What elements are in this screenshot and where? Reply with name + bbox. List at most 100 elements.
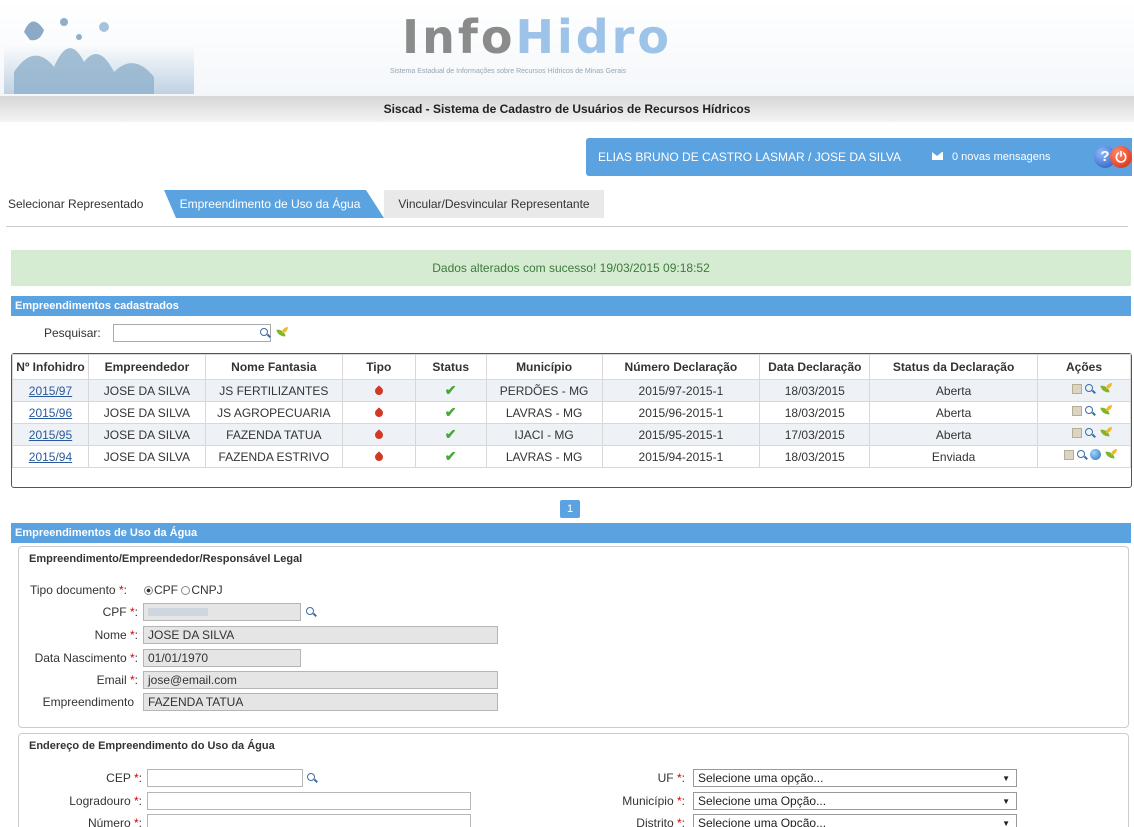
logo-text-info: Info (402, 10, 516, 64)
view-icon[interactable] (1085, 428, 1095, 438)
data-nascimento-field[interactable]: 01/01/1970 (143, 649, 301, 667)
tab-vincular-representante[interactable]: Vincular/Desvincular Representante (384, 190, 604, 218)
cell-municipio: LAVRAS - MG (485, 445, 603, 468)
leaf-icon[interactable] (1105, 449, 1117, 461)
data-nascimento-label: Data Nascimento *: (34, 651, 138, 665)
check-icon: ✔ (444, 404, 457, 420)
leaf-icon[interactable] (1100, 427, 1112, 439)
col-status[interactable]: Status (414, 354, 487, 380)
logo-subtitle: Sistema Estadual de Informações sobre Re… (390, 68, 627, 75)
globe-icon[interactable] (1090, 449, 1101, 460)
leaf-icon[interactable] (1100, 405, 1112, 417)
edit-icon[interactable] (1072, 384, 1082, 394)
cell-municipio: LAVRAS - MG (485, 401, 603, 424)
cpf-field[interactable] (143, 603, 301, 621)
search-label: Pesquisar: (44, 326, 101, 340)
cell-numero-declaracao: 2015/97-2015-1 (601, 379, 761, 402)
infohidro-link[interactable]: 2015/95 (29, 428, 72, 442)
section-empreendimentos-cadastrados: Empreendimentos cadastrados (11, 296, 1131, 316)
panel-title: Empreendimento/Empreendedor/Responsável … (29, 553, 303, 565)
distrito-label: Distrito *: (560, 816, 685, 827)
page-1-button[interactable]: 1 (560, 500, 580, 518)
system-title: Siscad - Sistema de Cadastro de Usuários… (383, 102, 751, 116)
cell-status-declaracao: Aberta (869, 423, 1038, 446)
table-row: 2015/96 JOSE DA SILVA JS AGROPECUARIA ✔ … (12, 401, 1131, 424)
cpf-search-icon[interactable] (306, 607, 316, 617)
cell-empreendedor: JOSE DA SILVA (87, 445, 206, 468)
cpf-radio[interactable] (144, 586, 153, 595)
search-input[interactable] (113, 324, 271, 342)
view-icon[interactable] (1077, 450, 1087, 460)
nome-label: Nome *: (94, 628, 138, 642)
logradouro-input[interactable] (147, 792, 471, 810)
data-nascimento-text: Data Nascimento (34, 651, 127, 665)
cell-status-declaracao: Aberta (869, 379, 1038, 402)
uf-label-text: UF (657, 771, 674, 785)
logout-icon[interactable]: ⏻ (1110, 146, 1132, 168)
col-municipio[interactable]: Município (485, 354, 603, 380)
edit-icon[interactable] (1064, 450, 1074, 460)
tipo-documento-label: Tipo documento *: (30, 583, 127, 597)
nome-label-text: Nome (94, 628, 127, 642)
infohidro-logo: InfoHidro (402, 10, 672, 64)
user-bar: ELIAS BRUNO DE CASTRO LASMAR / JOSE DA S… (586, 138, 1132, 176)
nome-field[interactable]: JOSE DA SILVA (143, 626, 498, 644)
table-row: 2015/94 JOSE DA SILVA FAZENDA ESTRIVO ✔ … (12, 445, 1131, 468)
col-nome-fantasia[interactable]: Nome Fantasia (204, 354, 343, 380)
col-empreendedor[interactable]: Empreendedor (87, 354, 206, 380)
cell-numero-declaracao: 2015/96-2015-1 (601, 401, 761, 424)
cell-status-declaracao: Aberta (869, 401, 1038, 424)
messages-link[interactable]: 0 novas mensagens (952, 151, 1050, 163)
cpf-label-text: CPF (102, 605, 127, 619)
check-icon: ✔ (444, 426, 457, 442)
col-status-declaracao[interactable]: Status da Declaração (869, 354, 1038, 380)
distrito-label-text: Distrito (636, 816, 674, 827)
view-icon[interactable] (1085, 406, 1095, 416)
col-numero-declaracao[interactable]: Número Declaração (601, 354, 761, 380)
col-infohidro[interactable]: Nº Infohidro (12, 354, 89, 380)
water-drop-icon (373, 384, 385, 397)
cell-empreendedor: JOSE DA SILVA (87, 401, 206, 424)
cnpj-radio[interactable] (181, 586, 191, 595)
col-tipo[interactable]: Tipo (341, 354, 416, 380)
cep-input[interactable] (147, 769, 303, 787)
col-data-declaracao[interactable]: Data Declaração (759, 354, 871, 380)
water-drop-icon (373, 406, 385, 419)
municipio-label-text: Município (622, 794, 674, 808)
municipio-select[interactable]: Selecione uma Opção... (693, 792, 1017, 810)
water-splash-image (4, 18, 194, 94)
cep-label-text: CEP (106, 771, 131, 785)
email-label-text: Email (96, 673, 127, 687)
water-drop-icon (373, 450, 385, 463)
logradouro-label-text: Logradouro (69, 794, 131, 808)
edit-icon[interactable] (1072, 428, 1082, 438)
infohidro-link[interactable]: 2015/94 (29, 450, 72, 464)
cell-data-declaracao: 18/03/2015 (759, 401, 871, 424)
uf-select[interactable]: Selecione uma opção... (693, 769, 1017, 787)
leaf-icon[interactable] (1100, 383, 1112, 395)
view-icon[interactable] (1085, 384, 1095, 394)
empreendimento-label: Empreendimento (42, 695, 134, 709)
cell-data-declaracao: 18/03/2015 (759, 445, 871, 468)
envelope-icon[interactable] (932, 152, 943, 160)
leaf-icon[interactable] (276, 327, 288, 339)
tab-empreendimento-uso-agua[interactable]: Empreendimento de Uso da Água (164, 190, 384, 218)
section-empreendimentos-uso-agua: Empreendimentos de Uso da Água (11, 523, 1131, 543)
search-icon[interactable] (260, 328, 270, 338)
cpf-option-label: CPF (154, 583, 178, 597)
numero-input[interactable] (147, 814, 471, 827)
cpf-label: CPF *: (102, 605, 138, 619)
cep-search-icon[interactable] (307, 773, 317, 783)
tipo-documento-text: Tipo documento (30, 583, 116, 597)
cell-nome-fantasia: FAZENDA ESTRIVO (204, 445, 343, 468)
cell-status-declaracao: Enviada (869, 445, 1038, 468)
edit-icon[interactable] (1072, 406, 1082, 416)
infohidro-link[interactable]: 2015/96 (29, 406, 72, 420)
empreendimento-field[interactable]: FAZENDA TATUA (143, 693, 498, 711)
infohidro-link[interactable]: 2015/97 (29, 384, 72, 398)
email-field[interactable]: jose@email.com (143, 671, 498, 689)
cell-data-declaracao: 17/03/2015 (759, 423, 871, 446)
tab-selecionar-representado[interactable]: Selecionar Representado (6, 190, 156, 218)
distrito-select[interactable]: Selecione uma Opção... (693, 814, 1017, 827)
numero-label-text: Número (87, 816, 131, 827)
